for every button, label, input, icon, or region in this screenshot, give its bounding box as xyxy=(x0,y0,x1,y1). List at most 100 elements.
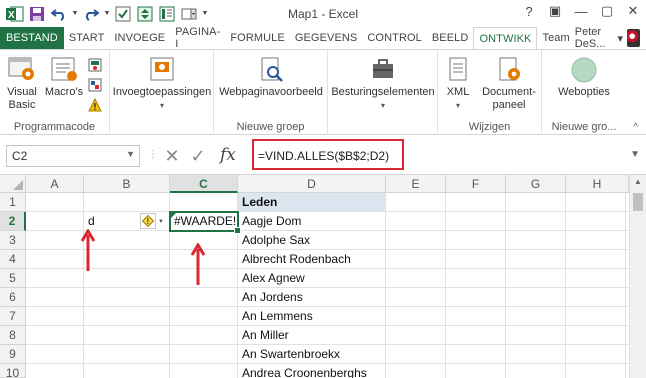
column-header-f[interactable]: F xyxy=(446,175,506,193)
user-name: Peter DeS... xyxy=(574,26,606,50)
gridline xyxy=(26,325,629,326)
maximize-icon[interactable]: ▢ xyxy=(594,0,620,22)
cell-d7[interactable]: An Lemmens xyxy=(240,309,313,323)
web-preview-icon xyxy=(257,56,285,84)
tab-beeld[interactable]: BEELD xyxy=(427,27,474,49)
undo-dropdown-icon[interactable]: ▼ xyxy=(70,3,80,25)
row-header-1[interactable]: 1 xyxy=(0,193,26,212)
excel-logo-icon[interactable]: X xyxy=(4,3,26,25)
row-header-10[interactable]: 10 xyxy=(0,364,26,378)
toolbox-icon xyxy=(369,56,397,84)
spin-button-icon[interactable] xyxy=(134,3,156,25)
row-header-6[interactable]: 6 xyxy=(0,288,26,307)
ribbon-tabs: BESTAND START INVOEGE PAGINA-I FORMULE G… xyxy=(0,26,646,50)
help-icon[interactable]: ? xyxy=(516,0,542,22)
gridline xyxy=(26,344,629,345)
tab-start[interactable]: START xyxy=(64,27,110,49)
record-macro-icon[interactable] xyxy=(88,58,102,75)
combo-box-icon[interactable] xyxy=(178,3,200,25)
webopties-button[interactable]: Webopties xyxy=(542,56,626,99)
formula-bar: C2 ▼ ⋮ ✕ ✓ fx =VIND.ALLES($B$2;D2) ▼ xyxy=(0,135,646,175)
tab-pagina-indeling[interactable]: PAGINA-I xyxy=(170,26,225,50)
save-icon[interactable] xyxy=(26,3,48,25)
expand-formula-bar-icon[interactable]: ▼ xyxy=(630,149,640,160)
error-indicator-icon[interactable]: ! xyxy=(140,213,156,229)
group-label-nieuwe-groep: Nieuwe groep xyxy=(236,121,305,133)
vertical-scrollbar[interactable]: ▲ xyxy=(629,175,646,378)
tab-formules[interactable]: FORMULE xyxy=(225,27,289,49)
macro-security-icon[interactable] xyxy=(88,97,102,115)
column-header-a[interactable]: A xyxy=(26,175,84,193)
tab-controleren[interactable]: CONTROL xyxy=(362,27,426,49)
cell-c2[interactable]: #WAARDE! xyxy=(172,214,236,228)
tab-invoegen[interactable]: INVOEGE xyxy=(109,27,170,49)
cell-d3[interactable]: Adolphe Sax xyxy=(240,233,310,247)
cell-d9[interactable]: An Swartenbroekx xyxy=(240,347,340,361)
checkbox-form-icon[interactable] xyxy=(112,3,134,25)
redo-dropdown-icon[interactable]: ▼ xyxy=(102,3,112,25)
collapse-ribbon-icon[interactable]: ^ xyxy=(633,122,638,133)
column-header-c[interactable]: C xyxy=(170,175,238,193)
insert-function-icon[interactable]: fx xyxy=(220,145,236,165)
group-nieuwe-groep: Webpaginavoorbeeld Nieuwe groep xyxy=(214,50,328,136)
cell-d1[interactable]: Leden xyxy=(240,195,277,209)
tab-team[interactable]: Team xyxy=(537,27,574,49)
cell-d2[interactable]: Aagje Dom xyxy=(240,214,301,228)
xml-button[interactable]: XML ▾ xyxy=(440,56,476,112)
cell-d10[interactable]: Andrea Croonenberghs xyxy=(240,366,367,378)
row-header-2[interactable]: 2 xyxy=(0,212,26,231)
formula-bar-splitter[interactable]: ⋮ xyxy=(148,149,158,160)
enter-icon[interactable]: ✓ xyxy=(186,145,210,167)
redo-icon[interactable] xyxy=(80,3,102,25)
tab-gegevens[interactable]: GEGEVENS xyxy=(290,27,363,49)
documentpaneel-button[interactable]: Document- paneel xyxy=(478,56,540,112)
document-panel-icon xyxy=(495,56,523,84)
row-header-4[interactable]: 4 xyxy=(0,250,26,269)
relative-references-icon[interactable] xyxy=(88,78,102,95)
row-header-9[interactable]: 9 xyxy=(0,345,26,364)
name-box-dropdown-icon[interactable]: ▼ xyxy=(126,149,135,159)
cell-d5[interactable]: Alex Agnew xyxy=(240,271,305,285)
column-header-d[interactable]: D xyxy=(238,175,386,193)
macros-icon xyxy=(48,56,80,84)
name-box[interactable]: C2 ▼ xyxy=(6,145,140,167)
form-icon[interactable] xyxy=(156,3,178,25)
gridline xyxy=(26,363,629,364)
close-icon[interactable]: ✕ xyxy=(620,0,646,22)
column-header-b[interactable]: B xyxy=(84,175,170,193)
row-header-8[interactable]: 8 xyxy=(0,326,26,345)
cell-d8[interactable]: An Miller xyxy=(240,328,289,342)
error-indicator-dropdown-icon[interactable]: ▼ xyxy=(158,219,164,225)
row-header-7[interactable]: 7 xyxy=(0,307,26,326)
group-label-nieuwe-groep-2: Nieuwe gro... xyxy=(551,121,617,133)
ribbon-display-options-icon[interactable]: ▣ xyxy=(542,0,568,22)
webpaginavoorbeeld-button[interactable]: Webpaginavoorbeeld xyxy=(214,56,328,99)
scrollbar-thumb[interactable] xyxy=(633,193,643,211)
cancel-icon[interactable]: ✕ xyxy=(160,145,184,167)
tab-bestand[interactable]: BESTAND xyxy=(0,27,64,49)
undo-icon[interactable] xyxy=(48,3,70,25)
tab-ontwikkelaars[interactable]: ONTWIKK xyxy=(473,27,538,49)
scroll-up-icon[interactable]: ▲ xyxy=(630,177,646,186)
column-header-e[interactable]: E xyxy=(386,175,446,193)
row-header-5[interactable]: 5 xyxy=(0,269,26,288)
annotation-arrow-icon xyxy=(80,229,96,271)
cell-d4[interactable]: Albrecht Rodenbach xyxy=(240,252,351,266)
user-account[interactable]: Peter DeS... ▾ xyxy=(574,26,646,50)
formula-input[interactable]: =VIND.ALLES($B$2;D2) xyxy=(252,139,404,170)
customize-icon[interactable]: ▼ xyxy=(200,3,210,25)
column-header-h[interactable]: H xyxy=(566,175,629,193)
column-header-g[interactable]: G xyxy=(506,175,566,193)
invoegtoepassingen-button[interactable]: Invoegtoepassingen ▾ xyxy=(110,56,214,112)
macros-button[interactable]: Macro's xyxy=(42,56,86,99)
xml-icon xyxy=(446,56,470,84)
gridline xyxy=(26,230,629,231)
row-header-3[interactable]: 3 xyxy=(0,231,26,250)
cell-b2[interactable]: d xyxy=(86,214,95,228)
cell-d6[interactable]: An Jordens xyxy=(240,290,303,304)
visual-basic-button[interactable]: Visual Basic xyxy=(4,56,40,112)
minimize-icon[interactable]: — xyxy=(568,0,594,22)
select-all-button[interactable] xyxy=(0,175,26,193)
besturingselementen-button[interactable]: Besturingselementen ▾ xyxy=(328,56,438,112)
gridline xyxy=(505,193,506,378)
